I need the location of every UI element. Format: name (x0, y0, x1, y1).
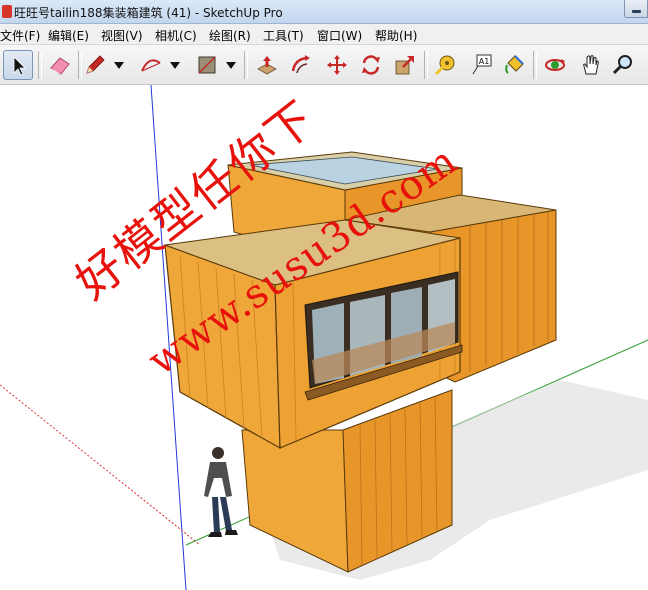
tape-measure-tool-button[interactable] (430, 50, 460, 80)
minimize-button[interactable] (624, 0, 648, 18)
large-tool-set-toolbar: A1 (0, 45, 648, 85)
menu-view[interactable]: 视图(V) (101, 27, 143, 44)
menu-file[interactable]: 文件(F) (0, 27, 40, 44)
menu-help[interactable]: 帮助(H) (375, 27, 417, 44)
pan-tool-button[interactable] (576, 50, 606, 80)
text-tool-button[interactable]: A1 (466, 50, 496, 80)
eraser-tool-button[interactable] (45, 50, 75, 80)
rotate-tool-button[interactable] (356, 50, 386, 80)
rectangle-tool-button[interactable] (192, 50, 222, 80)
menu-bar: 文件(F) 编辑(E) 视图(V) 相机(C) 绘图(R) 工具(T) 窗口(W… (0, 24, 648, 45)
paint-bucket-icon (505, 55, 524, 74)
follow-me-tool-button[interactable] (286, 50, 316, 80)
red-axis-dashed (0, 384, 201, 546)
select-arrow-icon (13, 56, 26, 76)
toolbar-separator (424, 51, 428, 79)
toolbar-separator (533, 51, 537, 79)
rectangle-tool-dropdown[interactable] (224, 50, 238, 80)
scale-tool-button[interactable] (390, 50, 420, 80)
person-figure (204, 447, 238, 537)
zoom-magnifier-icon (612, 55, 632, 75)
window-title: 旺旺号tailin188集装箱建筑 (41) - SketchUp Pro (14, 6, 283, 20)
line-tool-button[interactable] (80, 50, 110, 80)
chevron-down-icon (114, 62, 124, 69)
menu-tools[interactable]: 工具(T) (263, 27, 304, 44)
text-label-icon: A1 (472, 54, 492, 75)
move-icon (327, 55, 347, 75)
title-bar: 旺旺号tailin188集装箱建筑 (41) - SketchUp Pro (0, 0, 648, 24)
orbit-tool-button[interactable] (540, 50, 570, 80)
minimize-icon (632, 10, 641, 13)
offset-icon (291, 55, 310, 74)
chevron-down-icon (170, 62, 180, 69)
orbit-icon (545, 59, 565, 71)
push-pull-tool-button[interactable] (252, 50, 282, 80)
scene-drawing (0, 85, 648, 590)
rotate-icon (362, 55, 380, 75)
window-controls (624, 0, 648, 20)
toolbar-separator (38, 51, 42, 79)
select-tool-button[interactable] (3, 50, 33, 80)
text-label-glyph: A1 (479, 57, 490, 66)
rectangle-icon (198, 56, 216, 74)
line-tool-dropdown[interactable] (112, 50, 126, 80)
menu-draw[interactable]: 绘图(R) (209, 27, 251, 44)
menu-edit[interactable]: 编辑(E) (48, 27, 89, 44)
push-pull-icon (257, 56, 277, 75)
zoom-tool-button[interactable] (608, 50, 638, 80)
paint-bucket-tool-button[interactable] (500, 50, 530, 80)
arc-icon (141, 59, 161, 72)
pan-hand-icon (583, 55, 599, 75)
tape-measure-icon (434, 55, 455, 76)
arc-tool-dropdown[interactable] (168, 50, 182, 80)
model-viewport[interactable]: 好模型任你下 www.susu3d.com (0, 85, 648, 590)
menu-window[interactable]: 窗口(W) (317, 27, 362, 44)
chevron-down-icon (226, 62, 236, 69)
pencil-line-icon (86, 55, 105, 74)
move-tool-button[interactable] (322, 50, 352, 80)
eraser-icon (50, 57, 70, 75)
arc-tool-button[interactable] (136, 50, 166, 80)
sketchup-app-icon (2, 5, 12, 18)
menu-camera[interactable]: 相机(C) (155, 27, 197, 44)
toolbar-separator (244, 51, 248, 79)
scale-icon (395, 56, 414, 75)
